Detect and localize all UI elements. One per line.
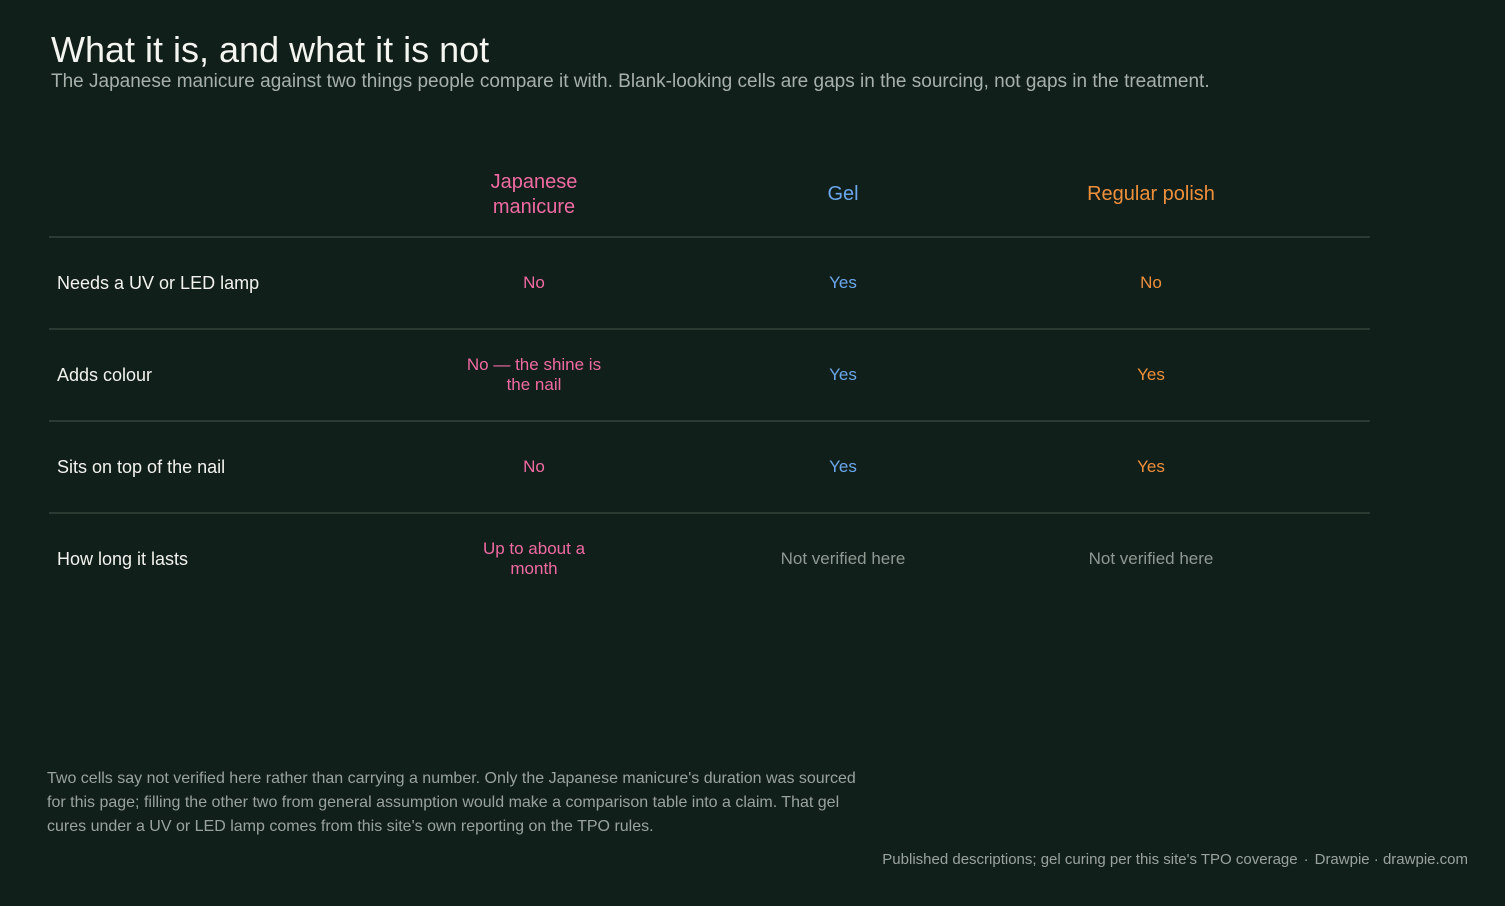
source-credit: Drawpie · drawpie.com <box>1314 851 1468 868</box>
table-row: Sits on top of the nail No Yes Yes <box>49 422 1370 514</box>
source-separator: · <box>1303 851 1309 868</box>
table-cell: No — the shine is the nail <box>466 355 602 394</box>
row-label: Needs a UV or LED lamp <box>57 272 260 293</box>
row-label: Sits on top of the nail <box>57 456 226 477</box>
table-cell: Yes <box>1137 457 1165 476</box>
comparison-table: Japanese manicure Gel Regular polish Nee… <box>49 153 1370 604</box>
column-header-gel: Gel <box>827 183 859 205</box>
chart-subtitle: The Japanese manicure against two things… <box>51 71 1210 92</box>
row-label: How long it lasts <box>57 548 189 569</box>
header-empty-cell <box>57 153 387 236</box>
table-cell: Yes <box>829 273 857 292</box>
column-header-japanese-manicure: Japanese manicure <box>490 170 578 218</box>
table-cell: Yes <box>1137 365 1165 384</box>
table-cell: Up to about a month <box>482 539 586 578</box>
chart-title: What it is, and what it is not <box>51 29 490 70</box>
column-header-regular-polish: Regular polish <box>1087 183 1215 205</box>
table-cell: No <box>1140 273 1162 292</box>
footnote: Two cells say not verified here rather t… <box>47 770 856 835</box>
table-cell: Yes <box>829 365 857 384</box>
table-cell: No <box>523 457 545 476</box>
table-row: Adds colour No — the shine is the nail Y… <box>49 330 1370 422</box>
row-label: Adds colour <box>57 364 153 385</box>
table-cell: Not verified here <box>780 549 906 568</box>
source-line: Published descriptions; gel curing per t… <box>882 851 1468 868</box>
table-header-row: Japanese manicure Gel Regular polish <box>49 153 1370 238</box>
table-cell: Yes <box>829 457 857 476</box>
table-cell: No <box>523 273 545 292</box>
table-cell: Not verified here <box>1088 549 1214 568</box>
table-row: How long it lasts Up to about a month No… <box>49 514 1370 604</box>
table-row: Needs a UV or LED lamp No Yes No <box>49 238 1370 330</box>
source-text: Published descriptions; gel curing per t… <box>882 851 1298 868</box>
